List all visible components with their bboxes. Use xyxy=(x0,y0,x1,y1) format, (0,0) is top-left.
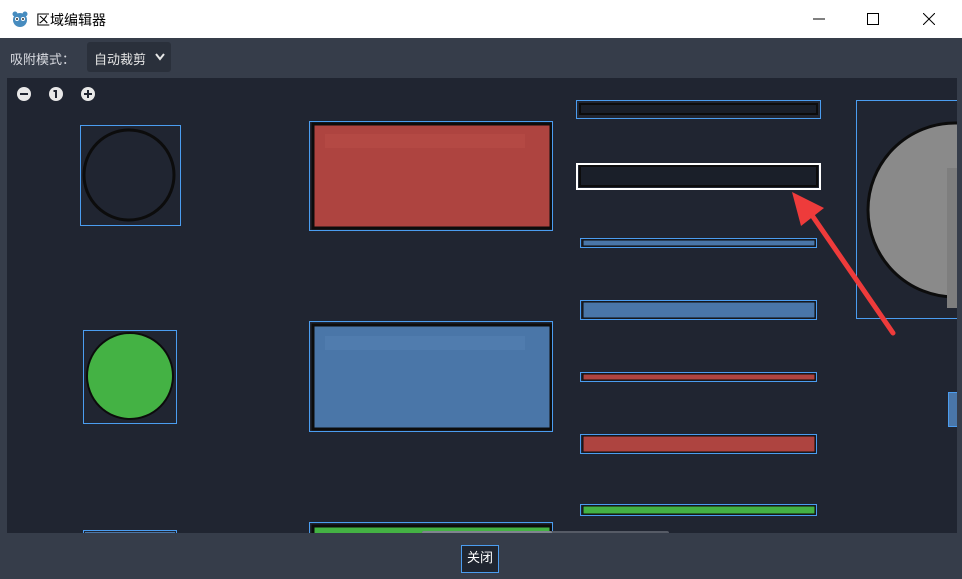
region-dark-bar-2-selected[interactable] xyxy=(576,163,821,190)
region-dark-bar-1[interactable] xyxy=(576,100,821,119)
window-title: 区域编辑器 xyxy=(36,13,106,29)
region-canvas[interactable] xyxy=(7,78,957,533)
minimize-button[interactable] xyxy=(796,0,842,38)
maximize-button[interactable] xyxy=(850,0,896,38)
close-window-button[interactable] xyxy=(906,0,952,38)
region-gray-circle[interactable] xyxy=(856,100,957,319)
region-green-circle[interactable] xyxy=(83,330,177,424)
region-blue-panel[interactable] xyxy=(309,321,553,432)
godot-icon xyxy=(12,11,28,27)
region-red-bar-thin[interactable] xyxy=(580,372,817,382)
snap-mode-select[interactable]: 自动裁剪 xyxy=(87,42,171,72)
horizontal-scrollbar[interactable] xyxy=(422,531,669,533)
snap-mode-label: 吸附模式： xyxy=(10,53,76,68)
region-empty-circle[interactable] xyxy=(80,125,181,226)
close-icon xyxy=(923,13,935,25)
close-button[interactable]: 关闭 xyxy=(461,545,499,573)
minimize-icon xyxy=(813,18,825,20)
region-blue-bar-thin[interactable] xyxy=(580,238,817,248)
region-red-bar-thick[interactable] xyxy=(580,434,817,454)
snap-mode-value: 自动裁剪 xyxy=(94,53,147,68)
region-partial[interactable] xyxy=(83,530,177,533)
scrollbar-thumb[interactable] xyxy=(422,531,552,533)
region-blue-bar-thick[interactable] xyxy=(580,300,817,320)
title-bar: 区域编辑器 xyxy=(0,0,962,39)
region-red-panel[interactable] xyxy=(309,121,553,231)
maximize-icon xyxy=(867,13,879,25)
region-edge-sprite[interactable] xyxy=(948,392,957,427)
chevron-down-icon xyxy=(155,53,165,61)
region-green-bar[interactable] xyxy=(580,504,817,516)
